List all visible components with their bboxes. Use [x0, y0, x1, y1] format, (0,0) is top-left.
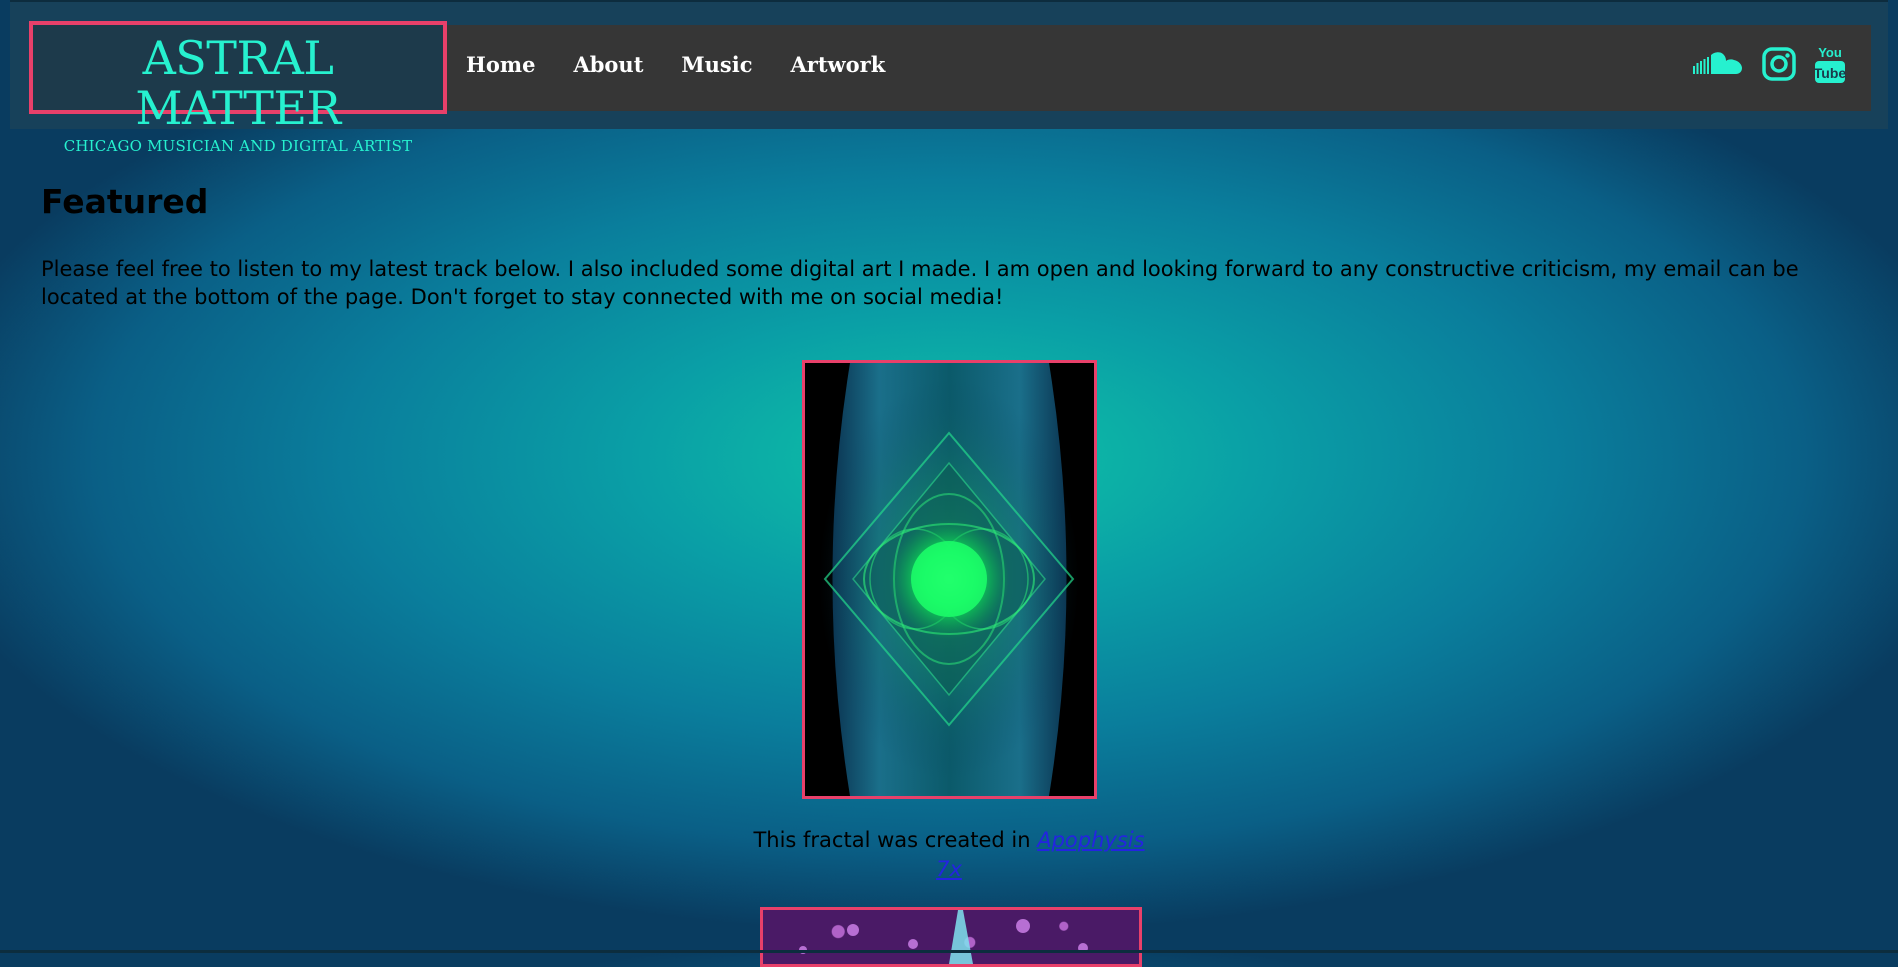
main-nav: Home About Music Artwork — [466, 52, 885, 77]
nav-about[interactable]: About — [573, 52, 643, 77]
logo-title: ASTRAL MATTER — [135, 31, 341, 135]
logo-subtitle: CHICAGO MUSICIAN AND DIGITAL ARTIST — [63, 137, 413, 155]
svg-text:Tube: Tube — [1814, 65, 1846, 81]
nav-home[interactable]: Home — [466, 52, 535, 77]
featured-intro: Please feel free to listen to my latest … — [41, 257, 1799, 309]
social-links: You Tube — [1692, 44, 1846, 84]
instagram-icon[interactable] — [1762, 47, 1796, 81]
nav-artwork[interactable]: Artwork — [791, 52, 886, 77]
caption-text: This fractal was created in — [753, 828, 1038, 852]
second-artwork-image — [760, 907, 1142, 967]
site-logo[interactable]: ASTRAL MATTER CHICAGO MUSICIAN AND DIGIT… — [29, 21, 447, 155]
nav-music[interactable]: Music — [681, 52, 752, 77]
youtube-icon[interactable]: You Tube — [1814, 44, 1846, 84]
svg-text:You: You — [1818, 45, 1842, 60]
featured-heading: Featured — [41, 182, 209, 221]
soundcloud-icon[interactable] — [1692, 50, 1744, 78]
fractal-artwork-image — [802, 360, 1097, 799]
artwork-caption: This fractal was created in Apophysis 7x — [750, 826, 1148, 884]
